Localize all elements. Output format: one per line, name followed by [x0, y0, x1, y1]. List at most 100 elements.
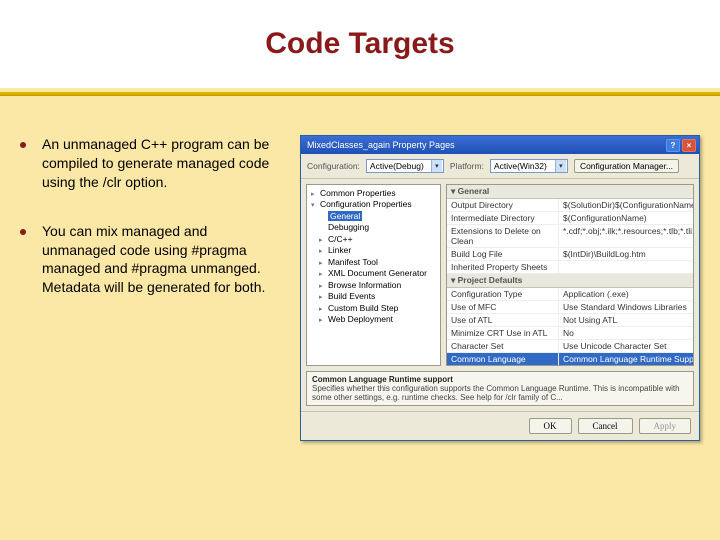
property-row[interactable]: Extensions to Delete on Clean*.cdf;*.obj… [447, 225, 693, 248]
configuration-combo[interactable]: Active(Debug) [366, 159, 444, 173]
dialog-button-row: OK Cancel Apply [301, 411, 699, 440]
description-title: Common Language Runtime support [312, 375, 453, 384]
category-tree[interactable]: ▸Common Properties▾Configuration Propert… [306, 184, 441, 366]
tree-node[interactable]: ▸Web Deployment [311, 314, 436, 325]
content-area: An unmanaged C++ program can be compiled… [0, 95, 720, 441]
disclosure-icon: ▸ [319, 282, 326, 291]
property-value[interactable] [559, 261, 693, 273]
property-name: Output Directory [447, 199, 559, 211]
property-row[interactable]: Use of ATLNot Using ATL [447, 314, 693, 327]
ok-button[interactable]: OK [529, 418, 572, 434]
property-pages-dialog: MixedClasses_again Property Pages ? × Co… [300, 135, 700, 441]
bullet-text: You can mix managed and unmanaged code u… [42, 222, 278, 298]
platform-label: Platform: [450, 161, 484, 171]
tree-node[interactable]: ▾Configuration Properties [311, 199, 436, 210]
property-value[interactable]: *.cdf;*.obj;*.ilk;*.resources;*.tlb;*.tl… [559, 225, 693, 247]
tree-node[interactable]: ▸Build Events [311, 291, 436, 302]
help-icon[interactable]: ? [666, 139, 680, 152]
property-value[interactable]: Application (.exe) [559, 288, 693, 300]
property-section-header[interactable]: ▾ Project Defaults [447, 274, 693, 288]
tree-node[interactable]: ▸Common Properties [311, 188, 436, 199]
disclosure-icon: ▸ [319, 270, 326, 279]
tree-node-label: Configuration Properties [320, 199, 412, 209]
property-name: Intermediate Directory [447, 212, 559, 224]
bullet-icon [20, 229, 26, 235]
tree-node[interactable]: Debugging [311, 222, 436, 233]
property-row[interactable]: Build Log File$(IntDir)\BuildLog.htm [447, 248, 693, 261]
tree-node-label: Build Events [328, 291, 375, 301]
property-row[interactable]: Intermediate Directory$(ConfigurationNam… [447, 212, 693, 225]
property-row[interactable]: Inherited Property Sheets [447, 261, 693, 274]
property-name: Minimize CRT Use in ATL [447, 327, 559, 339]
property-name: Character Set [447, 340, 559, 352]
disclosure-icon: ▸ [319, 316, 326, 325]
bullet-text: An unmanaged C++ program can be compiled… [42, 135, 278, 192]
property-value[interactable]: Not Using ATL [559, 314, 693, 326]
property-row[interactable]: Minimize CRT Use in ATLNo [447, 327, 693, 340]
property-name: Build Log File [447, 248, 559, 260]
property-row[interactable]: Use of MFCUse Standard Windows Libraries [447, 301, 693, 314]
property-value[interactable]: $(IntDir)\BuildLog.htm [559, 248, 693, 260]
property-name: Common Language Runtime support [447, 353, 559, 366]
slide-title: Code Targets [265, 27, 454, 61]
tree-node[interactable]: General [311, 211, 436, 222]
disclosure-icon: ▸ [319, 293, 326, 302]
tree-node-label: Linker [328, 245, 351, 255]
bullet-list: An unmanaged C++ program can be compiled… [18, 135, 278, 441]
title-bar: Code Targets [0, 0, 720, 88]
tree-node[interactable]: ▸Linker [311, 245, 436, 256]
disclosure-icon: ▸ [319, 305, 326, 314]
bullet-item: You can mix managed and unmanaged code u… [18, 222, 278, 298]
property-section-header[interactable]: ▾ General [447, 185, 693, 199]
property-name: Inherited Property Sheets [447, 261, 559, 273]
disclosure-icon: ▸ [319, 236, 326, 245]
property-value[interactable]: Use Standard Windows Libraries [559, 301, 693, 313]
configuration-label: Configuration: [307, 161, 360, 171]
disclosure-icon: ▾ [311, 201, 318, 210]
tree-node-label: XML Document Generator [328, 268, 427, 278]
dialog-toolbar: Configuration: Active(Debug) Platform: A… [301, 154, 699, 178]
property-value[interactable]: $(SolutionDir)$(ConfigurationName) [559, 199, 693, 211]
configuration-manager-button[interactable]: Configuration Manager... [574, 159, 679, 173]
tree-node[interactable]: ▸Custom Build Step [311, 303, 436, 314]
tree-node-label: Common Properties [320, 188, 396, 198]
tree-node[interactable]: ▸Manifest Tool [311, 257, 436, 268]
property-value[interactable]: Use Unicode Character Set [559, 340, 693, 352]
tree-node[interactable]: ▸XML Document Generator [311, 268, 436, 279]
tree-node-label: General [328, 211, 362, 221]
property-name: Use of ATL [447, 314, 559, 326]
dialog-titlebar: MixedClasses_again Property Pages ? × [301, 136, 699, 154]
cancel-button[interactable]: Cancel [578, 418, 633, 434]
disclosure-icon: ▸ [311, 190, 318, 199]
property-value[interactable]: No [559, 327, 693, 339]
tree-node[interactable]: ▸Browse Information [311, 280, 436, 291]
dialog-body: ▸Common Properties▾Configuration Propert… [301, 178, 699, 371]
dialog-title-text: MixedClasses_again Property Pages [307, 140, 664, 150]
property-row[interactable]: Configuration TypeApplication (.exe) [447, 288, 693, 301]
tree-node[interactable]: ▸C/C++ [311, 234, 436, 245]
bullet-icon [20, 142, 26, 148]
property-row[interactable]: Character SetUse Unicode Character Set [447, 340, 693, 353]
tree-node-label: Manifest Tool [328, 257, 378, 267]
tree-node-label: Debugging [328, 222, 369, 232]
description-body: Specifies whether this configuration sup… [312, 384, 680, 402]
property-name: Use of MFC [447, 301, 559, 313]
bullet-item: An unmanaged C++ program can be compiled… [18, 135, 278, 192]
property-name: Configuration Type [447, 288, 559, 300]
tree-node-label: C/C++ [328, 234, 353, 244]
tree-node-label: Browse Information [328, 280, 401, 290]
tree-node-label: Web Deployment [328, 314, 393, 324]
property-row[interactable]: Output Directory$(SolutionDir)$(Configur… [447, 199, 693, 212]
disclosure-icon: ▸ [319, 259, 326, 268]
property-value[interactable]: Common Language Runtime Support (/clr) [559, 353, 693, 366]
property-value[interactable]: $(ConfigurationName) [559, 212, 693, 224]
property-row[interactable]: Common Language Runtime supportCommon La… [447, 353, 693, 366]
apply-button[interactable]: Apply [639, 418, 692, 434]
disclosure-icon: ▸ [319, 247, 326, 256]
platform-combo[interactable]: Active(Win32) [490, 159, 568, 173]
screenshot-pane: MixedClasses_again Property Pages ? × Co… [298, 135, 702, 441]
property-grid[interactable]: ▾ GeneralOutput Directory$(SolutionDir)$… [446, 184, 694, 366]
property-name: Extensions to Delete on Clean [447, 225, 559, 247]
close-icon[interactable]: × [682, 139, 696, 152]
tree-node-label: Custom Build Step [328, 303, 398, 313]
